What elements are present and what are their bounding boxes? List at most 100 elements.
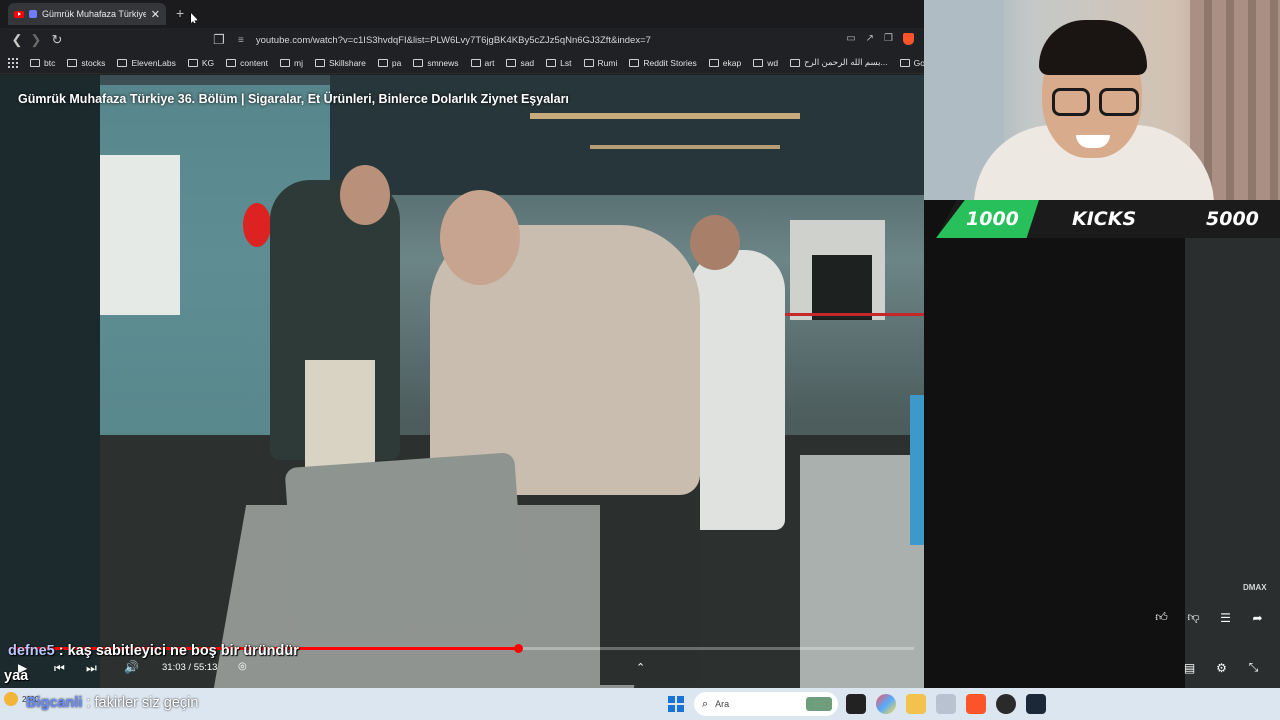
bookmark-item[interactable]: Lst — [546, 58, 572, 68]
reload-icon[interactable]: ↻ — [48, 31, 66, 49]
address-bar[interactable]: ≡ youtube.com/watch?v=c1IS3hvdqFI&list=P… — [232, 30, 920, 50]
tab-youtube[interactable]: Gümrük Muhafaza Türkiye 36 ✕ — [8, 3, 166, 25]
site-info-icon[interactable]: ≡ — [238, 35, 244, 46]
folder-icon — [629, 58, 640, 67]
channel-watermark: DMAX — [1243, 583, 1267, 592]
screen: Gümrük Muhafaza Türkiye 36 ✕ + ❮ ❯ ↻ ❐ ≡… — [0, 0, 1280, 720]
volume-icon[interactable]: 🔊 — [124, 660, 139, 674]
taskbar-search[interactable]: ⌕ Ara — [694, 692, 838, 716]
bookmark-icon[interactable]: ❐ — [210, 31, 228, 49]
new-tab-button[interactable]: + — [176, 5, 184, 21]
mouse-cursor-icon — [190, 12, 198, 24]
chevron-up-icon[interactable]: ⌃ — [636, 661, 645, 674]
share-arrow-icon[interactable]: ➦ — [1248, 608, 1267, 627]
bookmark-item[interactable]: بسم الله الرحمن الرح... — [790, 57, 888, 68]
steam-icon[interactable] — [1026, 694, 1046, 714]
windows-start-icon[interactable] — [668, 696, 684, 712]
tab-bar: Gümrük Muhafaza Türkiye 36 ✕ + — [0, 0, 924, 28]
video-title[interactable]: Gümrük Muhafaza Türkiye 36. Bölüm | Siga… — [18, 92, 569, 106]
bookmark-item[interactable]: art — [470, 58, 494, 68]
chat-message: Bigcanli : fakirler siz geçin — [26, 695, 199, 711]
goal-end-value: 5000 — [1206, 208, 1259, 230]
copy-icon[interactable]: ❐ — [884, 33, 893, 45]
tab-title: Gümrük Muhafaza Türkiye 36 — [42, 9, 146, 19]
goal-start-value: 1000 — [966, 208, 1019, 230]
player-settings: ▤ ⚙ ⤡ — [1180, 658, 1263, 677]
brave-shield-icon[interactable] — [903, 33, 914, 45]
apps-icon[interactable] — [8, 57, 18, 68]
comment-icon[interactable]: ☰ — [1216, 608, 1235, 627]
chat-message: yaa — [4, 668, 28, 684]
bookmark-item[interactable]: content — [226, 58, 268, 68]
chat-text: kaş sabitleyici ne boş bir üründür — [67, 643, 299, 659]
scrubber-handle[interactable] — [514, 644, 523, 653]
share-icon[interactable]: ↗ — [866, 33, 874, 45]
search-highlight-icon — [806, 697, 832, 711]
bookmark-item[interactable]: pa — [377, 58, 401, 68]
brave-browser-icon[interactable] — [966, 694, 986, 714]
goal-label: KICKS — [1072, 208, 1137, 230]
snipping-tool-icon[interactable] — [936, 694, 956, 714]
copilot-icon[interactable] — [876, 694, 896, 714]
bookmark-item[interactable]: stocks — [67, 58, 105, 68]
search-placeholder: Ara — [715, 699, 730, 709]
video-actions: 👍︎ 👎︎ ☰ ➦ — [1152, 608, 1267, 627]
folder-icon — [583, 58, 594, 67]
forward-icon[interactable]: ❯ — [27, 31, 45, 49]
bookmark-item[interactable]: wd — [753, 58, 778, 68]
chat-message: defne5 : kaş sabitleyici ne boş bir ürün… — [8, 643, 299, 659]
chat-username: Bigcanli — [26, 695, 83, 711]
youtube-icon — [14, 10, 24, 18]
like-icon[interactable]: 👍︎ — [1152, 608, 1171, 627]
chat-text: yaa — [4, 668, 29, 684]
autoplay-icon[interactable]: ◎ — [238, 661, 247, 672]
bookmark-item[interactable]: ekap — [708, 58, 741, 68]
bookmark-item[interactable]: sad — [506, 58, 534, 68]
close-tab-icon[interactable]: ✕ — [151, 8, 160, 21]
subtitles-icon[interactable]: ▤ — [1180, 658, 1199, 677]
bookmark-item[interactable]: btc — [30, 58, 55, 68]
folder-icon — [413, 58, 424, 67]
search-icon: ⌕ — [702, 697, 709, 710]
bookmark-item[interactable]: Skillshare — [315, 58, 366, 68]
extension-icon — [29, 10, 37, 18]
bookmark-item[interactable]: mj — [280, 58, 303, 68]
bookmark-item[interactable]: ElevenLabs — [117, 58, 176, 68]
browser-window: Gümrük Muhafaza Türkiye 36 ✕ + ❮ ❯ ↻ ❐ ≡… — [0, 0, 941, 688]
folder-icon — [187, 58, 198, 67]
back-icon[interactable]: ❮ — [8, 31, 26, 49]
folder-icon — [470, 58, 481, 67]
folder-icon — [30, 58, 40, 67]
next-icon[interactable]: ⏭ — [86, 661, 97, 676]
folder-icon — [117, 58, 128, 67]
task-view-icon[interactable] — [846, 694, 866, 714]
chat-text: fakirler siz geçin — [94, 695, 199, 711]
settings-gear-icon[interactable]: ⚙ — [1212, 658, 1231, 677]
obs-icon[interactable] — [996, 694, 1016, 714]
bookmark-item[interactable]: KG — [187, 58, 214, 68]
folder-icon — [790, 58, 801, 67]
folder-icon — [377, 58, 388, 67]
previous-icon[interactable]: ⏮ — [54, 661, 65, 676]
cast-icon[interactable]: ▭ — [846, 33, 855, 45]
sun-icon — [4, 692, 18, 706]
address-bar-actions: ▭ ↗ ❐ — [846, 33, 914, 45]
video-frame — [0, 75, 924, 688]
time-display: 31:03 / 55:13 — [162, 662, 218, 673]
bookmark-item[interactable]: Reddit Stories — [629, 58, 697, 68]
folder-icon — [753, 58, 764, 67]
bookmark-item[interactable]: Rumi — [583, 58, 617, 68]
video-player[interactable]: Gümrük Muhafaza Türkiye 36. Bölüm | Siga… — [0, 75, 924, 688]
folder-icon — [226, 58, 237, 67]
exit-fullscreen-icon[interactable]: ⤡ — [1244, 658, 1263, 677]
bookmark-item[interactable]: smnews — [413, 58, 459, 68]
url-text[interactable]: youtube.com/watch?v=c1IS3hvdqFI&list=PLW… — [256, 35, 651, 46]
folder-icon — [899, 58, 910, 67]
folder-icon — [67, 58, 78, 67]
file-explorer-icon[interactable] — [906, 694, 926, 714]
dislike-icon[interactable]: 👎︎ — [1184, 608, 1203, 627]
nav-bar: ❮ ❯ ↻ ❐ ≡ youtube.com/watch?v=c1IS3hvdqF… — [0, 28, 924, 52]
folder-icon — [546, 58, 557, 67]
folder-icon — [708, 58, 719, 67]
webcam-feed — [924, 0, 1280, 200]
